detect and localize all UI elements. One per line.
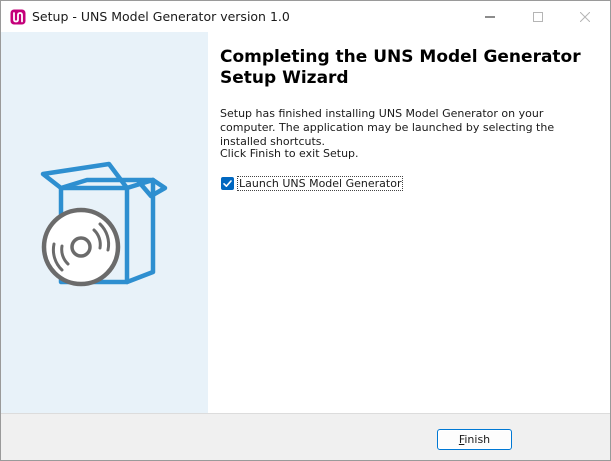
finish-label: inish: [464, 433, 491, 446]
software-box-cd-icon: [39, 160, 169, 292]
window-title: Setup - UNS Model Generator version 1.0: [32, 9, 290, 24]
launch-checkbox[interactable]: [221, 174, 234, 193]
finish-button[interactable]: Finish: [437, 429, 512, 450]
launch-option[interactable]: Launch UNS Model Generator: [221, 174, 404, 193]
maximize-icon: [533, 7, 543, 26]
close-button[interactable]: [562, 1, 608, 32]
completion-message: Setup has finished installing UNS Model …: [220, 107, 555, 148]
minimize-icon: [485, 7, 495, 26]
checkmark-icon: [222, 174, 233, 193]
app-icon: [10, 9, 26, 25]
wizard-content: Completing the UNS Model Generator Setup…: [1, 32, 610, 413]
minimize-button[interactable]: [467, 1, 513, 32]
close-icon: [579, 7, 591, 26]
wizard-heading: Completing the UNS Model Generator Setup…: [220, 47, 581, 88]
setup-window: Setup - UNS Model Generator version 1.0: [0, 0, 611, 461]
launch-checkbox-label[interactable]: Launch UNS Model Generator: [237, 175, 404, 191]
wizard-side-panel: [1, 32, 208, 413]
title-bar[interactable]: Setup - UNS Model Generator version 1.0: [1, 1, 610, 32]
wizard-footer: Finish: [1, 413, 610, 460]
exit-instruction: Click Finish to exit Setup.: [220, 147, 359, 160]
maximize-button[interactable]: [515, 1, 561, 32]
